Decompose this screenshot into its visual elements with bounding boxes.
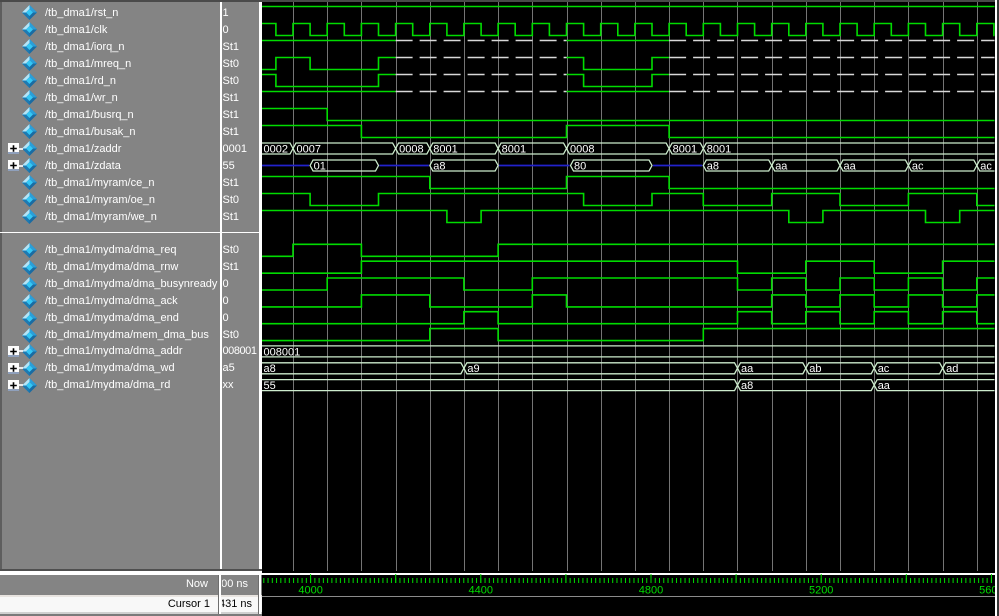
svg-text:008001: 008001 (264, 346, 301, 358)
svg-text:ac: ac (980, 161, 992, 173)
svg-text:ac: ac (912, 161, 924, 173)
svg-text:aa: aa (844, 161, 857, 173)
svg-text:0002: 0002 (264, 144, 288, 156)
svg-text:aa: aa (775, 161, 788, 173)
svg-text:8001: 8001 (673, 144, 697, 156)
svg-text:55: 55 (264, 380, 276, 392)
svg-text:80: 80 (574, 161, 586, 173)
svg-text:0007: 0007 (297, 144, 321, 156)
svg-text:01: 01 (314, 161, 326, 173)
svg-text:8001: 8001 (502, 144, 526, 156)
svg-text:a8: a8 (707, 161, 719, 173)
svg-text:ac: ac (878, 363, 890, 375)
svg-text:a8: a8 (741, 380, 753, 392)
svg-text:a8: a8 (433, 161, 445, 173)
svg-text:ad: ad (946, 363, 958, 375)
svg-text:aa: aa (741, 363, 754, 375)
svg-text:aa: aa (878, 380, 891, 392)
svg-text:8001: 8001 (707, 144, 731, 156)
svg-text:8001: 8001 (433, 144, 457, 156)
svg-text:a8: a8 (264, 363, 276, 375)
svg-text:a9: a9 (467, 363, 479, 375)
svg-text:0008: 0008 (570, 144, 594, 156)
svg-text:ab: ab (809, 363, 821, 375)
svg-text:0008: 0008 (399, 144, 423, 156)
